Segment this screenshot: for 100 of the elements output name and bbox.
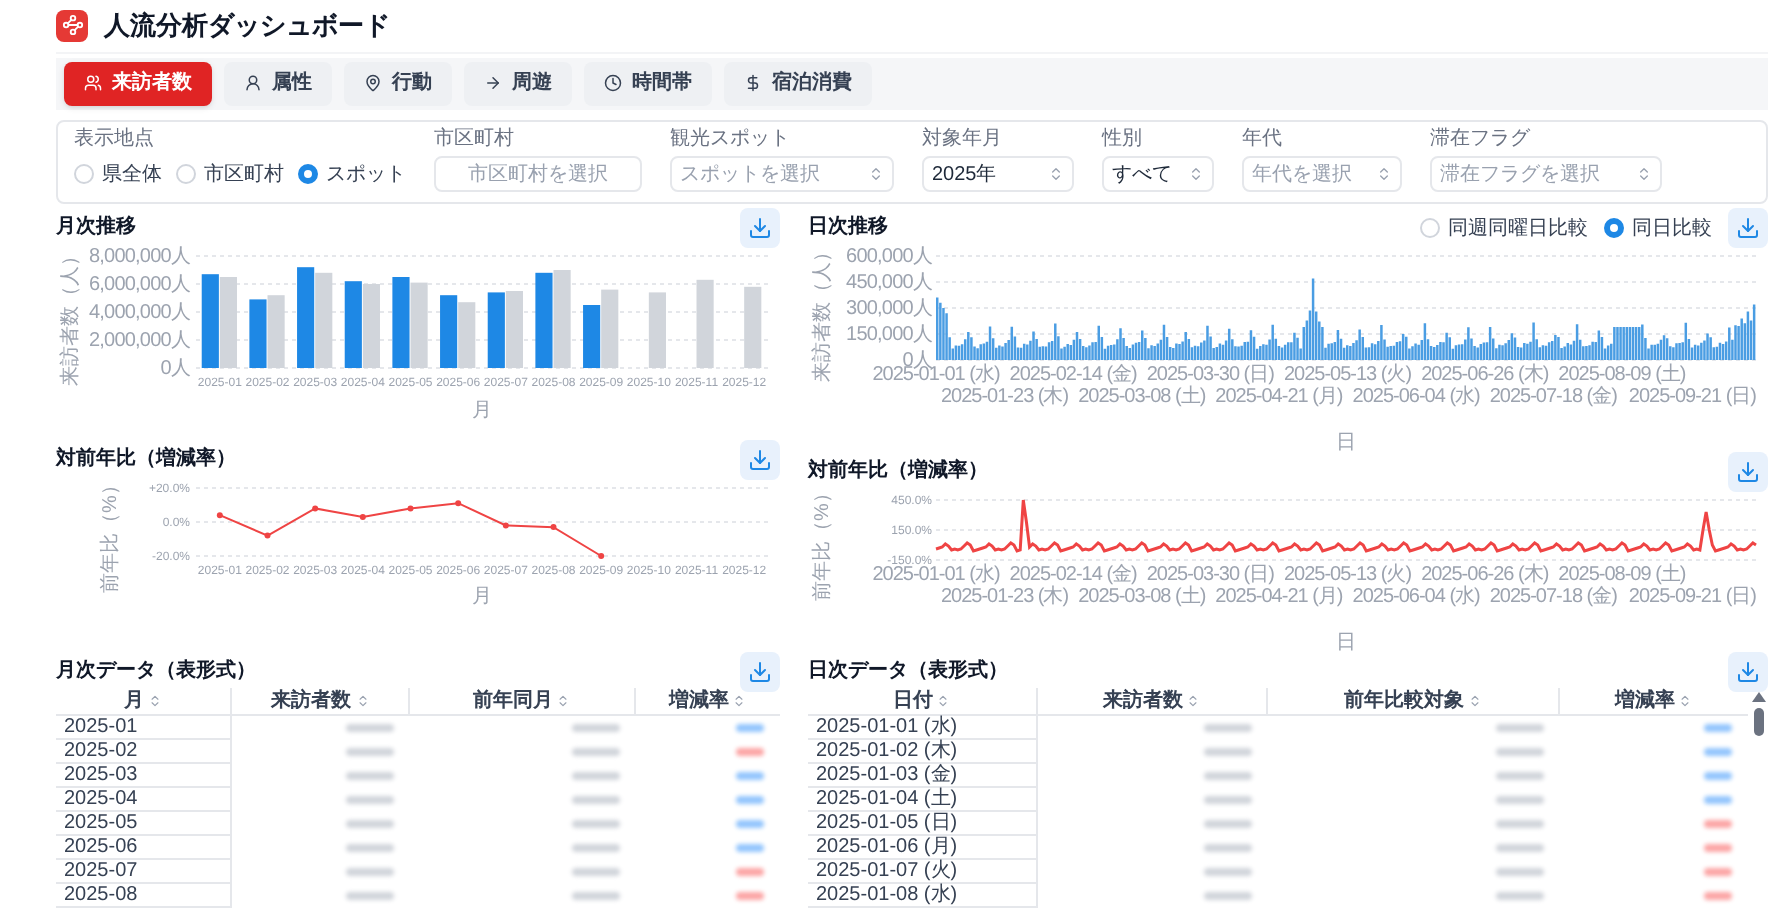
filter-label: 観光スポット <box>670 128 792 150</box>
sort-icon[interactable] <box>936 694 951 708</box>
blurred-value <box>1496 748 1544 756</box>
sort-icon[interactable] <box>556 694 571 708</box>
dropdown-icon <box>1048 166 1064 182</box>
radio-option[interactable]: 県全体 <box>74 159 162 189</box>
table-cell: 2025-01-03 (金) <box>816 764 958 786</box>
axis-title: 日 <box>1336 432 1356 454</box>
bar <box>201 274 219 368</box>
sort-icon[interactable] <box>1467 694 1482 708</box>
tab-icon <box>244 74 262 93</box>
blurred-value <box>1203 892 1252 900</box>
scrollbar-thumb[interactable] <box>1753 708 1763 736</box>
blurred-value <box>345 796 394 804</box>
bar <box>392 277 410 368</box>
x-tick-label: 2025-04-21 (月) <box>1215 386 1343 408</box>
blurred-value <box>345 724 394 732</box>
blurred-value <box>1496 796 1544 804</box>
bar <box>744 286 762 368</box>
section-title: 対前年比（増減率） <box>56 448 236 472</box>
y-tick-label: 600,000人 <box>846 246 932 268</box>
text-field[interactable]: 市区町村を選択 <box>434 156 642 192</box>
select-field[interactable]: すべて <box>1102 156 1214 192</box>
tab-icon <box>364 74 382 93</box>
blurred-value <box>571 772 620 780</box>
x-tick-label: 2025-03-30 (日) <box>1146 564 1274 586</box>
blurred-value <box>1203 844 1252 852</box>
radio-option[interactable]: 市区町村 <box>176 159 284 189</box>
axis-title: 日 <box>1336 632 1356 652</box>
sort-icon[interactable] <box>732 694 747 708</box>
download-button[interactable] <box>740 440 780 480</box>
x-tick-label: 2025-09-21 (日) <box>1628 586 1756 608</box>
table-cell: 2025-04 <box>64 788 138 810</box>
blurred-value <box>1496 892 1544 900</box>
bar <box>267 295 285 368</box>
column-header[interactable]: 月 <box>124 689 145 713</box>
blurred-value <box>1496 724 1544 732</box>
data-point <box>598 553 605 559</box>
blurred-value <box>1203 748 1252 756</box>
tab[interactable]: 周遊 <box>464 61 572 106</box>
filter-label: 性別 <box>1102 128 1144 150</box>
sort-icon[interactable] <box>1186 694 1201 708</box>
blurred-value <box>1496 772 1544 780</box>
sort-icon[interactable] <box>148 694 163 708</box>
x-tick-label: 2025-06-26 (木) <box>1421 564 1549 586</box>
radio-option[interactable]: 同日比較 <box>1604 213 1712 243</box>
bar <box>219 277 237 368</box>
table-cell: 2025-01 <box>64 716 138 738</box>
blurred-value <box>1496 844 1544 852</box>
bar <box>535 272 553 368</box>
filter-label: 市区町村 <box>434 128 516 150</box>
sort-icon[interactable] <box>1678 694 1693 708</box>
x-tick-label: 2025-02-14 (金) <box>1009 364 1137 386</box>
blurred-value <box>345 772 394 780</box>
y-tick-label: 8,000,000人 <box>89 246 190 268</box>
download-icon <box>1736 660 1760 684</box>
select-field[interactable]: 2025年 <box>922 156 1074 192</box>
tab[interactable]: 来訪者数 <box>64 61 212 106</box>
tab[interactable]: 属性 <box>224 61 332 106</box>
x-tick-label: 2025-03-08 (土) <box>1078 586 1206 608</box>
filter-label: 表示地点 <box>74 128 156 150</box>
x-tick-label: 2025-01-01 (水) <box>872 564 1000 586</box>
table-cell: 2025-01-04 (土) <box>816 788 958 810</box>
axis-title: 月 <box>472 400 492 422</box>
download-button[interactable] <box>740 208 780 248</box>
tab[interactable]: 行動 <box>344 61 452 106</box>
download-button[interactable] <box>1728 208 1768 248</box>
table-cell: 2025-03 <box>64 764 138 786</box>
dropdown-icon <box>1636 166 1652 182</box>
blurred-value <box>1496 820 1544 828</box>
column-header[interactable]: 来訪者数 <box>1102 689 1183 713</box>
radio-option[interactable]: スポット <box>298 159 406 189</box>
bar <box>487 292 505 368</box>
radio-option[interactable]: 同週同曜日比較 <box>1420 213 1588 243</box>
tab[interactable]: 時間帯 <box>584 61 712 106</box>
column-header[interactable]: 増減率 <box>1614 689 1675 713</box>
column-header[interactable]: 日付 <box>892 689 933 713</box>
download-button[interactable] <box>1728 652 1768 692</box>
sort-icon[interactable] <box>355 694 370 708</box>
column-header[interactable]: 前年比較対象 <box>1343 689 1464 713</box>
column-header[interactable]: 増減率 <box>668 689 729 713</box>
bar <box>315 272 333 368</box>
blurred-value <box>345 868 394 876</box>
dropdown-icon <box>868 166 884 182</box>
x-tick-label: 2025-03-08 (土) <box>1078 386 1206 408</box>
bar <box>553 270 571 368</box>
bar <box>696 279 714 368</box>
download-button[interactable] <box>740 652 780 692</box>
x-tick-label: 2025-04-21 (月) <box>1215 586 1343 608</box>
data-point <box>550 524 557 531</box>
axis-title: 前年比（%） <box>100 476 122 593</box>
blurred-value <box>1203 796 1252 804</box>
download-button[interactable] <box>1728 452 1768 492</box>
data-point <box>312 505 319 512</box>
section-title: 月次推移 <box>56 216 136 240</box>
column-header[interactable]: 来訪者数 <box>271 689 352 713</box>
tab[interactable]: 宿泊消費 <box>724 61 872 106</box>
section-title: 日次推移 <box>808 216 888 240</box>
column-header[interactable]: 前年同月 <box>472 689 553 713</box>
bar <box>297 267 315 368</box>
